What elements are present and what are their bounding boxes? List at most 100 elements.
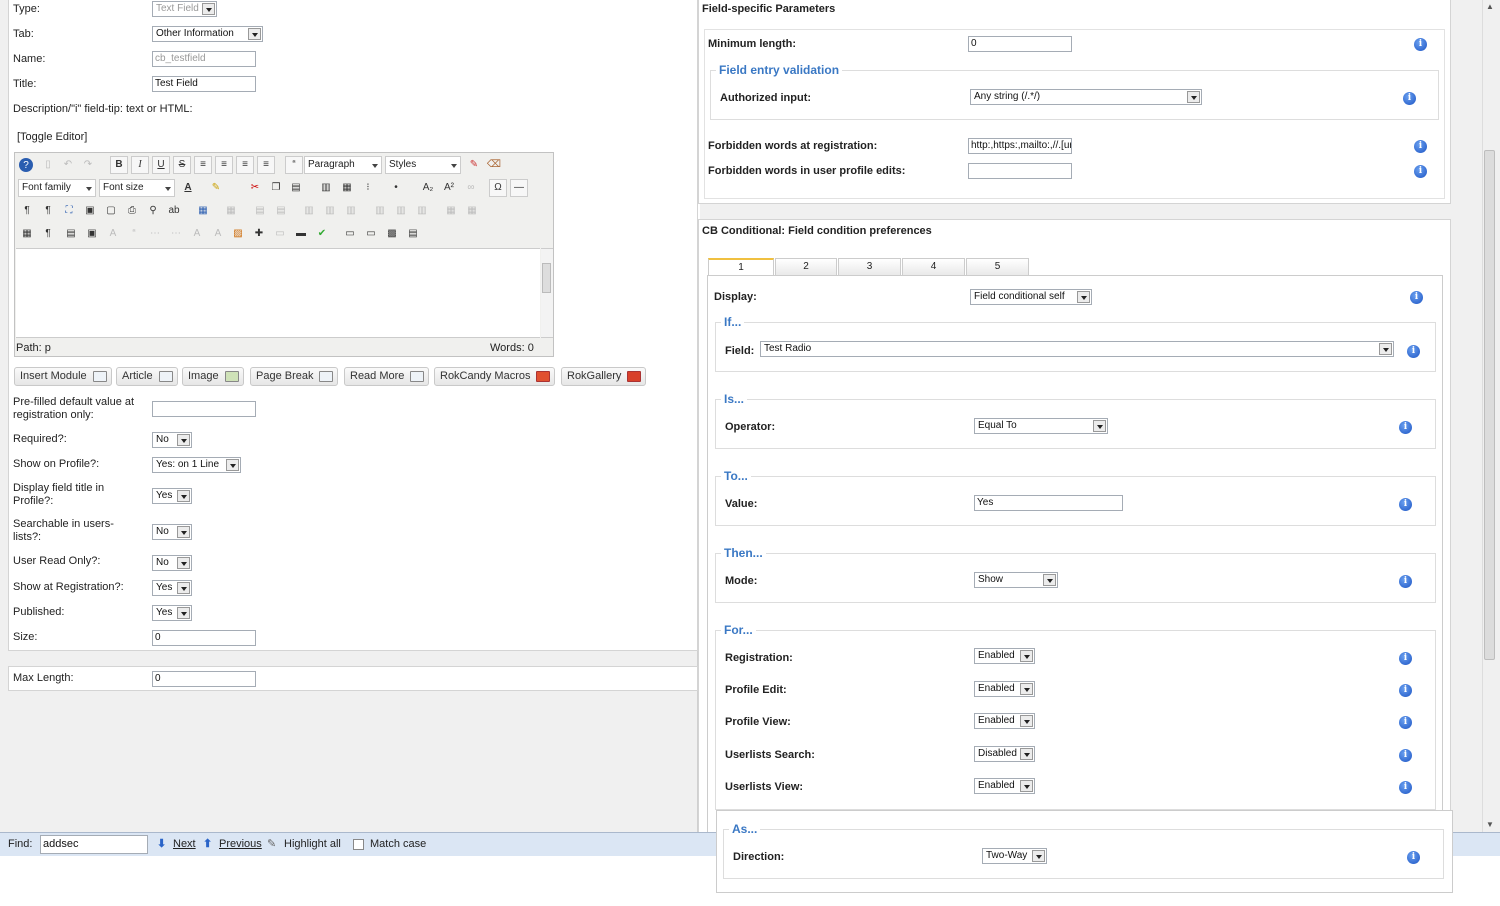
pagebreak-icon[interactable]: ▬ — [292, 225, 310, 243]
find-input[interactable]: addsec — [40, 835, 148, 854]
rokcandy-macros-button[interactable]: RokCandy Macros — [434, 367, 556, 386]
abbr-icon[interactable]: A — [104, 225, 122, 243]
value-input[interactable]: Yes — [974, 495, 1123, 511]
strikethrough-icon[interactable]: S — [173, 156, 191, 174]
prefilled-input[interactable] — [152, 401, 256, 417]
mode-info-icon[interactable]: i — [1399, 575, 1412, 588]
cite-icon[interactable]: “ — [125, 225, 143, 243]
authorized-input-select[interactable]: Any string (/.*/) — [970, 89, 1202, 105]
paste-icon[interactable]: ▤ — [287, 179, 305, 197]
tab-3[interactable]: 3 — [838, 258, 901, 275]
match-case-label[interactable]: Match case — [370, 838, 426, 851]
userlists-search-select[interactable]: Disabled — [974, 746, 1035, 762]
tab-4[interactable]: 4 — [902, 258, 965, 275]
bullet-list-icon[interactable]: • — [387, 179, 405, 197]
forbidden-registration-input[interactable]: http:,https:,mailto:,//.[url — [968, 138, 1072, 154]
highlight-color-icon[interactable]: ✎ — [207, 179, 225, 197]
searchable-select[interactable]: No — [152, 524, 192, 540]
max-length-input[interactable]: 0 — [152, 671, 256, 687]
numbered-list-icon[interactable]: ⁝ — [359, 179, 377, 197]
find-icon[interactable]: ⚲ — [144, 202, 162, 220]
display-title-select[interactable]: Yes — [152, 488, 192, 504]
superscript-icon[interactable]: A² — [440, 179, 458, 197]
template-list-icon[interactable]: ▤ — [404, 225, 422, 243]
size-input[interactable]: 0 — [152, 630, 256, 646]
highlight-all-button[interactable]: Highlight all — [284, 838, 341, 851]
display-info-icon[interactable]: i — [1410, 291, 1423, 304]
del-icon[interactable]: ⋯ — [167, 225, 185, 243]
display-select[interactable]: Field conditional self — [970, 289, 1092, 305]
image-manager-icon[interactable]: ▩ — [383, 225, 401, 243]
undo-icon[interactable]: ↶ — [59, 156, 77, 174]
userlists-view-info-icon[interactable]: i — [1399, 781, 1412, 794]
bold-icon[interactable]: B — [110, 156, 128, 174]
justify-full-icon[interactable]: ≡ — [194, 156, 212, 174]
font-family-select[interactable]: Font family — [18, 179, 96, 197]
format-select[interactable]: Paragraph — [304, 156, 382, 174]
cut-icon[interactable]: ✂ — [246, 179, 264, 197]
editor-content-area[interactable] — [16, 248, 540, 338]
forbidden-edits-input[interactable] — [968, 163, 1072, 179]
insert-time-icon[interactable]: ▣ — [83, 225, 101, 243]
previous-arrow-icon[interactable]: ⬆ — [203, 838, 212, 851]
preview-icon[interactable]: ▣ — [81, 202, 99, 220]
profile-view-select[interactable]: Enabled — [974, 713, 1035, 729]
special-char-icon[interactable]: Ω — [489, 179, 507, 197]
align-right-icon[interactable]: ≡ — [257, 156, 275, 174]
split-cells-icon[interactable]: ▦ — [442, 202, 460, 220]
value-info-icon[interactable]: i — [1399, 498, 1412, 511]
direction-select[interactable]: Two-Way — [982, 848, 1047, 864]
attribs-icon[interactable]: A — [209, 225, 227, 243]
tab-select[interactable]: Other Information — [152, 26, 263, 42]
profile-view-info-icon[interactable]: i — [1399, 716, 1412, 729]
published-select[interactable]: Yes — [152, 605, 192, 621]
required-select[interactable]: No — [152, 432, 192, 448]
rokgallery-button[interactable]: RokGallery — [561, 367, 647, 386]
insert-date-icon[interactable]: ▤ — [62, 225, 80, 243]
match-case-checkbox[interactable] — [353, 839, 364, 850]
align-left-icon[interactable]: ≡ — [236, 156, 254, 174]
tab-1[interactable]: 1 — [708, 258, 774, 276]
insert-row-after-icon[interactable]: ▥ — [321, 202, 339, 220]
horizontal-rule-icon[interactable]: — — [510, 179, 528, 197]
read-only-select[interactable]: No — [152, 555, 192, 571]
rtl-icon[interactable]: ¶ — [39, 202, 57, 220]
image-icon[interactable]: ▨ — [229, 225, 247, 243]
visual-aid-icon[interactable]: ▦ — [18, 225, 36, 243]
delete-row-icon[interactable]: ▥ — [342, 202, 360, 220]
template-icon[interactable]: ▢ — [102, 202, 120, 220]
operator-info-icon[interactable]: i — [1399, 421, 1412, 434]
min-length-input[interactable]: 0 — [968, 36, 1072, 52]
article-button[interactable]: Article — [116, 367, 178, 386]
page-scrollbar[interactable]: ▲ ▼ — [1482, 0, 1496, 832]
scroll-thumb[interactable] — [1484, 150, 1495, 660]
forbidden-edits-info-icon[interactable]: i — [1414, 165, 1427, 178]
insert-col-after-icon[interactable]: ▥ — [392, 202, 410, 220]
toggle-editor-link[interactable]: [Toggle Editor] — [17, 131, 87, 144]
media-icon[interactable]: ✚ — [250, 225, 268, 243]
redo-icon[interactable]: ↷ — [79, 156, 97, 174]
highlight-icon[interactable]: ✎ — [267, 838, 276, 851]
delete-table-icon[interactable]: ▦ — [222, 202, 240, 220]
align-center-icon[interactable]: ≡ — [215, 156, 233, 174]
registration-info-icon[interactable]: i — [1399, 652, 1412, 665]
table-icon[interactable]: ▦ — [194, 202, 212, 220]
merge-cells-icon[interactable]: ▦ — [463, 202, 481, 220]
profile-edit-select[interactable]: Enabled — [974, 681, 1035, 697]
help-icon[interactable]: ? — [19, 158, 33, 172]
insert-col-before-icon[interactable]: ▥ — [371, 202, 389, 220]
next-arrow-icon[interactable]: ⬇ — [157, 838, 166, 851]
italic-icon[interactable]: I — [131, 156, 149, 174]
delete-col-icon[interactable]: ▥ — [413, 202, 431, 220]
type-select[interactable]: Text Field — [152, 1, 217, 17]
spellcheck-icon[interactable]: ✔ — [313, 225, 331, 243]
ltr-icon[interactable]: ¶ — [18, 202, 36, 220]
blockquote-icon[interactable]: “ — [285, 156, 303, 174]
nonbreaking-icon[interactable]: ▭ — [271, 225, 289, 243]
row-props-icon[interactable]: ▤ — [251, 202, 269, 220]
paste-word-icon[interactable]: ▦ — [338, 179, 356, 197]
styles-select[interactable]: Styles — [385, 156, 461, 174]
cleanup-icon[interactable]: ⌫ — [485, 156, 503, 174]
name-input[interactable]: cb_testfield — [152, 51, 256, 67]
replace-icon[interactable]: ab — [165, 202, 183, 220]
